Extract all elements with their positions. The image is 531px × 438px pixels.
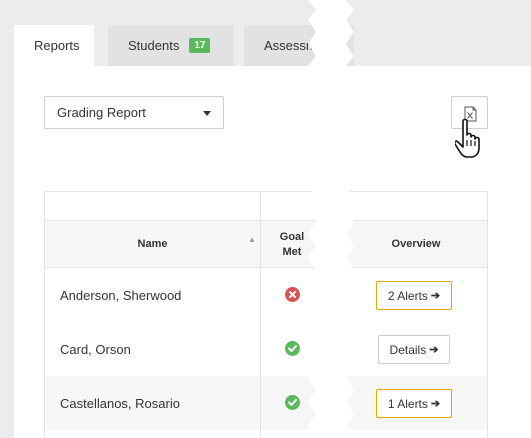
table-row: Castellanos, Rosario 1 Alerts ➔ [45, 376, 487, 430]
column-header-name[interactable]: Name [45, 238, 260, 250]
tab-reports-label: Reports [34, 38, 80, 53]
goal-not-met-icon [285, 287, 300, 302]
column-header-overview: Overview [353, 238, 479, 250]
tab-reports[interactable]: Reports [14, 25, 94, 66]
tab-assessments-label: Assessm [264, 38, 317, 53]
reports-panel: Grading Report Name ▲ Goal Met ▲ Overvie… [14, 66, 531, 438]
caret-down-icon [203, 111, 211, 116]
goal-sort-icon[interactable]: ▲ [313, 229, 321, 238]
column-divider [260, 192, 261, 438]
arrow-right-icon: ➔ [430, 398, 441, 410]
student-name: Anderson, Sherwood [60, 287, 182, 303]
report-type-select[interactable]: Grading Report [44, 96, 224, 129]
grading-report-table: Name ▲ Goal Met ▲ Overview Anderson, She… [44, 191, 488, 438]
alerts-button[interactable]: 2 Alerts ➔ [376, 281, 452, 310]
table-row: Card, Orson Details ➔ [45, 322, 487, 376]
students-count-badge: 17 [189, 38, 211, 53]
alerts-button-label: 1 Alerts [387, 396, 428, 411]
tab-assessments[interactable]: Assessm [244, 25, 354, 66]
tab-students-label: Students [128, 38, 180, 53]
table-header-spacer [45, 192, 487, 221]
goal-header-line2: Met [282, 246, 302, 258]
arrow-right-icon: ➔ [429, 344, 439, 356]
hand-pointer-icon [455, 118, 480, 158]
details-button[interactable]: Details ➔ [378, 335, 450, 364]
table-row: Anderson, Sherwood 2 Alerts ➔ [45, 268, 487, 322]
sort-icon[interactable]: ▲ [248, 235, 256, 244]
student-name: Card, Orson [60, 341, 131, 357]
alerts-button-label: 2 Alerts [387, 288, 428, 303]
goal-met-icon [285, 395, 300, 410]
tab-bar: Reports Students 17 Assessm [14, 25, 531, 66]
goal-met-icon [285, 341, 300, 356]
student-name: Castellanos, Rosario [60, 395, 180, 411]
table-header: Name ▲ Goal Met ▲ Overview [45, 221, 487, 268]
details-button-label: Details [389, 342, 427, 357]
column-header-name-label: Name [137, 238, 168, 250]
report-type-value: Grading Report [57, 105, 146, 120]
column-header-overview-label: Overview [391, 238, 441, 250]
arrow-right-icon: ➔ [430, 290, 441, 302]
alerts-button[interactable]: 1 Alerts ➔ [376, 389, 452, 418]
tab-students[interactable]: Students 17 [108, 25, 234, 66]
